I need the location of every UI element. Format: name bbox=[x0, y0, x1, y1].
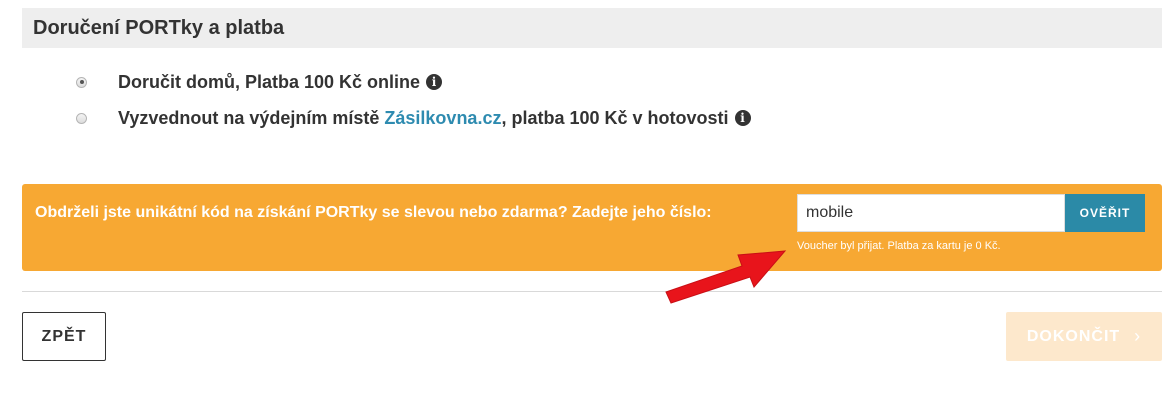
option-home-label: Doručit domů, Platba 100 Kč online bbox=[118, 71, 421, 92]
info-icon[interactable]: i bbox=[426, 74, 443, 90]
divider bbox=[22, 291, 1162, 292]
delivery-option-home[interactable]: Doručit domů, Platba 100 Kč online i bbox=[76, 70, 443, 94]
voucher-status-message: Voucher byl přijat. Platba za kartu je 0… bbox=[797, 240, 1001, 252]
info-icon[interactable]: i bbox=[734, 110, 751, 126]
finish-button-label: DOKONČIT bbox=[1026, 327, 1121, 345]
section-title: Doručení PORTky a platba bbox=[22, 8, 1162, 48]
voucher-prompt: Obdrželi jste unikátní kód na získání PO… bbox=[35, 204, 712, 221]
option-pickup-label-before: Vyzvednout na výdejním místě bbox=[118, 107, 385, 128]
checkout-page: Doručení PORTky a platba Doručit domů, P… bbox=[0, 0, 1175, 419]
radio-pickup-point[interactable] bbox=[76, 112, 87, 124]
voucher-panel: Obdrželi jste unikátní kód na získání PO… bbox=[22, 184, 1162, 271]
radio-home-delivery[interactable] bbox=[76, 76, 87, 88]
delivery-option-pickup[interactable]: Vyzvednout na výdejním místě Zásilkovna.… bbox=[76, 106, 751, 130]
finish-button[interactable]: DOKONČIT › bbox=[1006, 312, 1162, 361]
option-pickup-label-after: , platba 100 Kč v hotovosti bbox=[501, 107, 729, 128]
voucher-code-input[interactable] bbox=[797, 194, 1065, 232]
zasilkovna-link[interactable]: Zásilkovna.cz bbox=[384, 108, 501, 129]
chevron-right-icon: › bbox=[1134, 326, 1142, 346]
verify-button[interactable]: OVĚŘIT bbox=[1065, 194, 1145, 232]
back-button[interactable]: ZPĚT bbox=[22, 312, 106, 361]
